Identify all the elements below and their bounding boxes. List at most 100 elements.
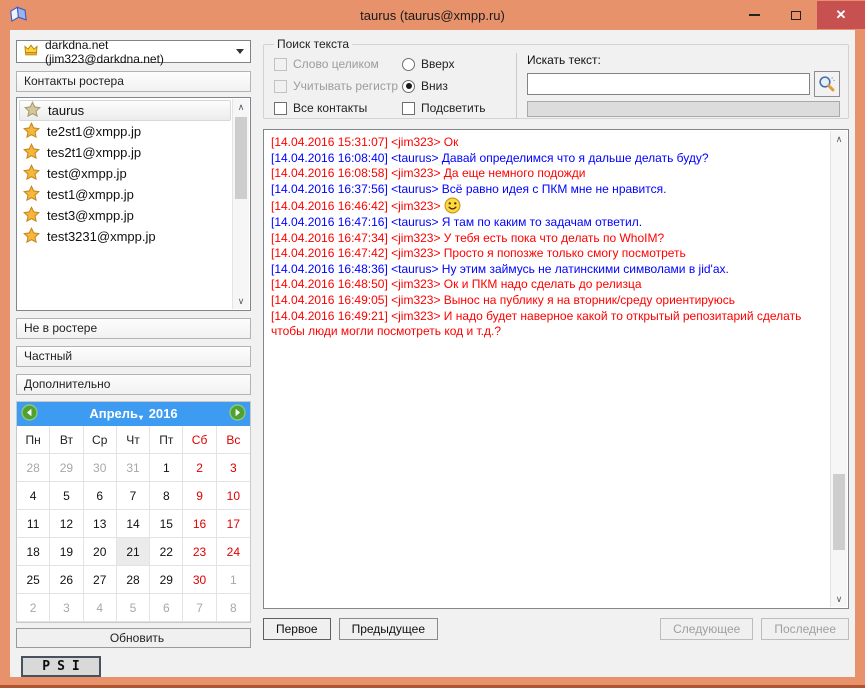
calendar-day-cell[interactable]: 24 [216,538,250,566]
calendar-day-cell[interactable]: 28 [17,454,51,482]
calendar-day-cell[interactable]: 5 [116,594,151,622]
checkbox-box[interactable] [402,101,415,115]
contact-item[interactable]: test1@xmpp.jp [19,184,231,205]
section-not-in-roster[interactable]: Не в ростере [16,318,251,339]
calendar-day-cell[interactable]: 29 [150,566,184,594]
calendar-next-button[interactable] [229,404,246,424]
chat-log[interactable]: [14.04.2016 15:31:07] <jim323> Ок [14.04.… [263,129,849,609]
calendar-day-cell[interactable]: 7 [116,482,151,510]
calendar-day-cell[interactable]: 16 [183,510,217,538]
calendar-day-cell[interactable]: 2 [17,594,51,622]
calendar-day-cell[interactable]: 22 [150,538,184,566]
contact-item[interactable]: test3@xmpp.jp [19,205,231,226]
checkbox-match-case[interactable]: Учитывать регистр [274,75,402,97]
calendar-day-cell[interactable]: 6 [150,594,184,622]
calendar-prev-button[interactable] [21,404,38,424]
radio-box[interactable] [402,57,415,71]
previous-button[interactable]: Предыдущее [338,618,438,640]
titlebar[interactable]: taurus (taurus@xmpp.ru) ✕ [0,0,865,30]
section-private[interactable]: Частный [16,346,251,367]
calendar-day-cell[interactable]: 12 [50,510,84,538]
calendar-day-cell[interactable]: 29 [50,454,84,482]
calendar-day-cell[interactable]: 17 [216,510,250,538]
calendar-month-year[interactable]: Апрель▾ 2016 [38,406,229,422]
search-input[interactable] [527,73,810,95]
chat-scrollbar[interactable]: ∧ ∨ [830,131,847,607]
minimize-button[interactable] [733,1,775,29]
calendar-day-header: Ср [83,426,117,454]
checkbox-whole-word[interactable]: Слово целиком [274,53,402,75]
checkbox-highlight[interactable]: Подсветить [402,97,512,119]
calendar-day-cell[interactable]: 30 [83,454,117,482]
calendar-day-cell[interactable]: 4 [17,482,51,510]
scroll-up-icon[interactable]: ∧ [233,99,249,115]
contact-item[interactable]: tes2t1@xmpp.jp [19,142,231,163]
calendar-day-cell[interactable]: 3 [50,594,84,622]
smiley-icon [444,197,461,214]
scroll-thumb[interactable] [235,117,247,199]
refresh-button[interactable]: Обновить [16,628,251,648]
close-button[interactable]: ✕ [817,1,865,29]
calendar-day-cell[interactable]: 18 [17,538,51,566]
contact-name: taurus [48,103,85,118]
scroll-up-icon[interactable]: ∧ [831,131,847,147]
radio-box[interactable] [402,79,415,93]
calendar-day-cell[interactable]: 14 [116,510,151,538]
calendar-day-cell[interactable]: 3 [216,454,250,482]
calendar-day-cell[interactable]: 5 [50,482,84,510]
section-additional[interactable]: Дополнительно [16,374,251,395]
calendar-month[interactable]: Апрель [89,406,138,421]
minimize-icon [748,14,760,16]
calendar-day-cell[interactable]: 1 [150,454,184,482]
first-button[interactable]: Первое [263,618,331,640]
calendar-day-cell[interactable]: 8 [216,594,250,622]
calendar-day-cell[interactable]: 28 [116,566,151,594]
chat-message: [14.04.2016 16:08:40] <taurus> Давай опр… [271,150,709,165]
option-label: Подсветить [421,101,486,115]
calendar-day-cell[interactable]: 9 [183,482,217,510]
calendar: Апрель▾ 2016 Пн Вт Ср Чт Пт Сб Вс 28 29 30 31 1 2 3 4 5… [16,401,251,623]
scroll-down-icon[interactable]: ∨ [831,591,847,607]
calendar-year[interactable]: 2016 [149,406,178,421]
calendar-day-cell[interactable]: 7 [183,594,217,622]
calendar-day-cell[interactable]: 11 [17,510,51,538]
contact-item[interactable]: te2st1@xmpp.jp [19,121,231,142]
checkbox-box[interactable] [274,101,287,115]
calendar-day-cell[interactable]: 19 [50,538,84,566]
checkbox-all-contacts[interactable]: Все контакты [274,97,402,119]
radio-direction-up[interactable]: Вверх [402,53,512,75]
calendar-day-cell[interactable]: 8 [150,482,184,510]
contact-item[interactable]: test@xmpp.jp [19,163,231,184]
contact-item[interactable]: test3231@xmpp.jp [19,226,231,247]
calendar-day-cell[interactable]: 23 [183,538,217,566]
calendar-day-cell[interactable]: 31 [116,454,151,482]
calendar-day-cell[interactable]: 6 [83,482,117,510]
account-select[interactable]: darkdna.net (jim323@darkdna.net) [16,38,251,66]
contact-item[interactable]: taurus [19,100,231,121]
calendar-day-cell[interactable]: 10 [216,482,250,510]
calendar-day-cell[interactable]: 2 [183,454,217,482]
calendar-day-cell[interactable]: 26 [50,566,84,594]
calendar-day-cell[interactable]: 21 [116,538,151,566]
next-button[interactable]: Следующее [660,618,754,640]
calendar-day-cell[interactable]: 30 [183,566,217,594]
radio-direction-down[interactable]: Вниз [402,75,512,97]
calendar-day-cell[interactable]: 13 [83,510,117,538]
search-button[interactable] [814,71,840,97]
calendar-day-cell[interactable]: 15 [150,510,184,538]
calendar-day-cell[interactable]: 4 [83,594,117,622]
calendar-day-cell[interactable]: 27 [83,566,117,594]
scroll-down-icon[interactable]: ∨ [233,293,249,309]
roster-contacts-header[interactable]: Контакты ростера [16,71,251,92]
star-icon [22,205,41,226]
maximize-button[interactable] [775,1,817,29]
search-group: Поиск текста Слово целиком Учитывать реги… [263,37,849,119]
contact-list-scrollbar[interactable]: ∧ ∨ [232,99,249,309]
calendar-day-cell[interactable]: 20 [83,538,117,566]
calendar-day-cell[interactable]: 25 [17,566,51,594]
scroll-thumb[interactable] [833,473,845,550]
star-icon [22,226,41,243]
calendar-day-cell[interactable]: 1 [216,566,250,594]
contact-list[interactable]: taurus te2st1@xmpp.jp tes2t1@xmpp.jp test@x… [16,97,251,311]
last-button[interactable]: Последнее [761,618,849,640]
